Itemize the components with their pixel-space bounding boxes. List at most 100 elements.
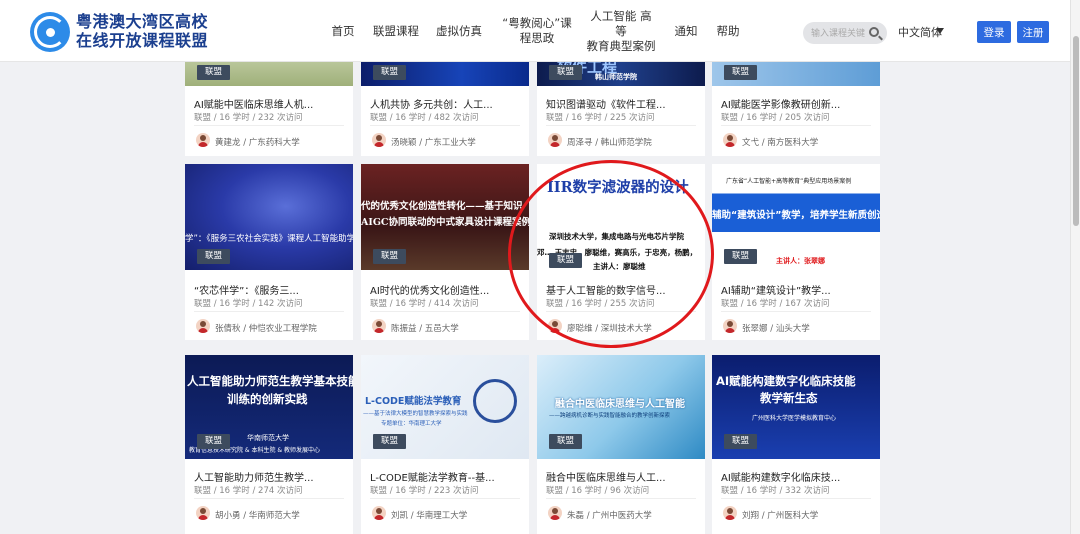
avatar [372, 133, 386, 147]
course-meta: 联盟 / 16 学时 / 232 次访问 [194, 113, 303, 123]
thumbnail-text: 广东省“人工智能+高等教育”典型应用场景案例 [726, 178, 852, 185]
course-card[interactable]: 融合中医临床思维与人工智能 ——跨越病机诊断与实践智能融合的教学创新探索 联盟 … [537, 355, 705, 534]
alliance-logo-icon[interactable] [30, 12, 70, 52]
course-title[interactable]: “农芯伴学”：《服务三... [194, 282, 346, 297]
course-card[interactable]: 代的优秀文化创造性转化——基于知识 AIGC协同联动的中式家具设计课程案例研 联… [361, 164, 529, 340]
course-thumbnail: 联盟 [712, 62, 880, 86]
thumbnail-text: 广州医科大学医学模拟教育中心 [752, 415, 837, 422]
course-title[interactable]: AI赋能中医临床思维人机... [194, 96, 346, 111]
thumbnail-text: L-CODE赋能法学教育 [365, 396, 462, 407]
thumbnail-text: 融合中医临床思维与人工智能 [555, 399, 685, 410]
course-card[interactable]: 学”：《服务三农社会实践》课程人工智能助学 联盟 “农芯伴学”：《服务三... … [185, 164, 353, 340]
thumbnail-text: AIGC协同联动的中式家具设计课程案例研 [361, 217, 529, 228]
thumbnail-text: 专题单位：华南理工大学 [381, 421, 442, 427]
nav-help[interactable]: 帮助 [710, 0, 746, 62]
course-meta: 联盟 / 16 学时 / 96 次访问 [546, 486, 650, 496]
course-title[interactable]: AI赋能构建数字化临床技... [721, 469, 873, 484]
course-author: 刘凯 / 华南理工大学 [391, 511, 468, 521]
thumbnail-text: 韩山师范学院 [595, 73, 637, 81]
thumbnail-text: ——跨越病机诊断与实践智能融合的教学创新探索 [549, 413, 671, 419]
scrollbar-thumb[interactable] [1073, 36, 1079, 226]
course-author: 文弋 / 南方医科大学 [742, 138, 819, 148]
card-divider [721, 125, 871, 126]
nav-virtual-simulation[interactable]: 虚拟仿真 [435, 0, 483, 62]
thumbnail-text: 辅助“建筑设计”教学，培养学生新质创造 [712, 210, 880, 221]
university-seal-icon [473, 379, 517, 423]
course-card[interactable]: 人工智能助力师范生教学基本技能 训练的创新实践 华南师范大学 教育信息技术研究院… [185, 355, 353, 534]
site-title[interactable]: 粤港澳大湾区高校 在线开放课程联盟 [76, 12, 208, 50]
card-divider [546, 125, 696, 126]
course-meta: 联盟 / 16 学时 / 223 次访问 [370, 486, 479, 496]
course-title[interactable]: AI赋能医学影像教研创新... [721, 96, 873, 111]
course-author: 朱磊 / 广州中医药大学 [567, 511, 652, 521]
avatar [723, 319, 737, 333]
avatar [372, 319, 386, 333]
site-title-line2: 在线开放课程联盟 [76, 31, 209, 50]
course-meta: 联盟 / 16 学时 / 142 次访问 [194, 299, 303, 309]
page-scrollbar[interactable] [1070, 0, 1080, 534]
course-card[interactable]: 广东省“人工智能+高等教育”典型应用场景案例 辅助“建筑设计”教学，培养学生新质… [712, 164, 880, 340]
nav-ideological-courses[interactable]: “粤教阅心”课 程思政 [497, 0, 577, 62]
course-badge: 联盟 [373, 65, 407, 80]
course-meta: 联盟 / 16 学时 / 482 次访问 [370, 113, 479, 123]
thumbnail-text: 主讲人：张翠娜 [776, 257, 825, 265]
course-author: 周泽寻 / 韩山师范学院 [567, 138, 652, 148]
course-card[interactable]: L-CODE赋能法学教育 ——基于法律大模型的智慧教学探索与实践 专题单位：华南… [361, 355, 529, 534]
nav-alliance-courses[interactable]: 联盟课程 [372, 0, 420, 62]
search-icon[interactable] [869, 27, 879, 37]
site-title-line1: 粤港澳大湾区高校 [76, 12, 209, 31]
avatar [196, 506, 210, 520]
chevron-down-icon[interactable] [936, 28, 944, 34]
course-thumbnail: 学”：《服务三农社会实践》课程人工智能助学 联盟 [185, 164, 353, 270]
course-title[interactable]: AI时代的优秀文化创造性... [370, 282, 522, 297]
nav-home[interactable]: 首页 [324, 0, 362, 62]
thumbnail-text: 代的优秀文化创造性转化——基于知识 [361, 201, 523, 212]
avatar [196, 319, 210, 333]
course-card[interactable]: AI赋能构建数字化临床技能 教学新生态 广州医科大学医学模拟教育中心 联盟 AI… [712, 355, 880, 534]
course-thumbnail: 融合中医临床思维与人工智能 ——跨越病机诊断与实践智能融合的教学创新探索 联盟 [537, 355, 705, 459]
course-title[interactable]: 知识图谱驱动《软件工程... [546, 96, 698, 111]
avatar [196, 133, 210, 147]
thumbnail-text: 人工智能助力师范生教学基本技能 [187, 374, 353, 388]
course-meta: 联盟 / 16 学时 / 332 次访问 [721, 486, 830, 496]
card-divider [370, 498, 520, 499]
course-badge: 联盟 [724, 65, 758, 80]
course-card[interactable]: 联盟 AI赋能医学影像教研创新... 联盟 / 16 学时 / 205 次访问 … [712, 62, 880, 156]
avatar [723, 133, 737, 147]
thumbnail-text: AI赋能构建数字化临床技能 [716, 374, 856, 388]
course-title[interactable]: 人工智能助力师范生教学... [194, 469, 346, 484]
thumbnail-text: ——基于法律大模型的智慧教学探索与实践 [363, 411, 468, 417]
course-title[interactable]: 融合中医临床思维与人工... [546, 469, 698, 484]
thumbnail-text: 学”：《服务三农社会实践》课程人工智能助学 [185, 234, 353, 244]
nav-ai-education-cases[interactable]: 人工智能 高等 教育典型案例 [585, 0, 657, 62]
course-thumbnail: 软件工程 韩山师范学院 联盟 [537, 62, 705, 86]
search-input[interactable]: 输入课程关键 [803, 22, 887, 44]
course-title[interactable]: L-CODE赋能法学教育--基... [370, 469, 522, 484]
course-card[interactable]: 软件工程 韩山师范学院 联盟 知识图谱驱动《软件工程... 联盟 / 16 学时… [537, 62, 705, 156]
course-meta: 联盟 / 16 学时 / 274 次访问 [194, 486, 303, 496]
course-author: 张翠娜 / 汕头大学 [742, 324, 810, 334]
course-meta: 联盟 / 16 学时 / 225 次访问 [546, 113, 655, 123]
course-title[interactable]: 人机共协 多元共创：人工... [370, 96, 522, 111]
course-title[interactable]: AI辅助“建筑设计”教学... [721, 282, 873, 297]
course-author: 黄建龙 / 广东药科大学 [215, 138, 300, 148]
avatar [723, 506, 737, 520]
course-thumbnail: 联盟 [361, 62, 529, 86]
course-card[interactable]: 联盟 AI赋能中医临床思维人机... 联盟 / 16 学时 / 232 次访问 … [185, 62, 353, 156]
course-author: 刘翔 / 广州医科大学 [742, 511, 819, 521]
course-badge: 联盟 [197, 434, 231, 449]
course-card[interactable]: 联盟 人机共协 多元共创：人工... 联盟 / 16 学时 / 482 次访问 … [361, 62, 529, 156]
course-badge: 联盟 [197, 65, 231, 80]
highlight-circle [508, 160, 714, 348]
register-button[interactable]: 注册 [1017, 21, 1049, 43]
course-badge: 联盟 [373, 249, 407, 264]
card-divider [721, 311, 871, 312]
nav-notices[interactable]: 通知 [668, 0, 704, 62]
login-button[interactable]: 登录 [977, 21, 1011, 43]
thumbnail-text: 华南师范大学 [247, 434, 289, 442]
course-meta: 联盟 / 16 学时 / 205 次访问 [721, 113, 830, 123]
course-thumbnail: AI赋能构建数字化临床技能 教学新生态 广州医科大学医学模拟教育中心 联盟 [712, 355, 880, 459]
card-divider [370, 125, 520, 126]
course-thumbnail: 人工智能助力师范生教学基本技能 训练的创新实践 华南师范大学 教育信息技术研究院… [185, 355, 353, 459]
avatar [548, 133, 562, 147]
